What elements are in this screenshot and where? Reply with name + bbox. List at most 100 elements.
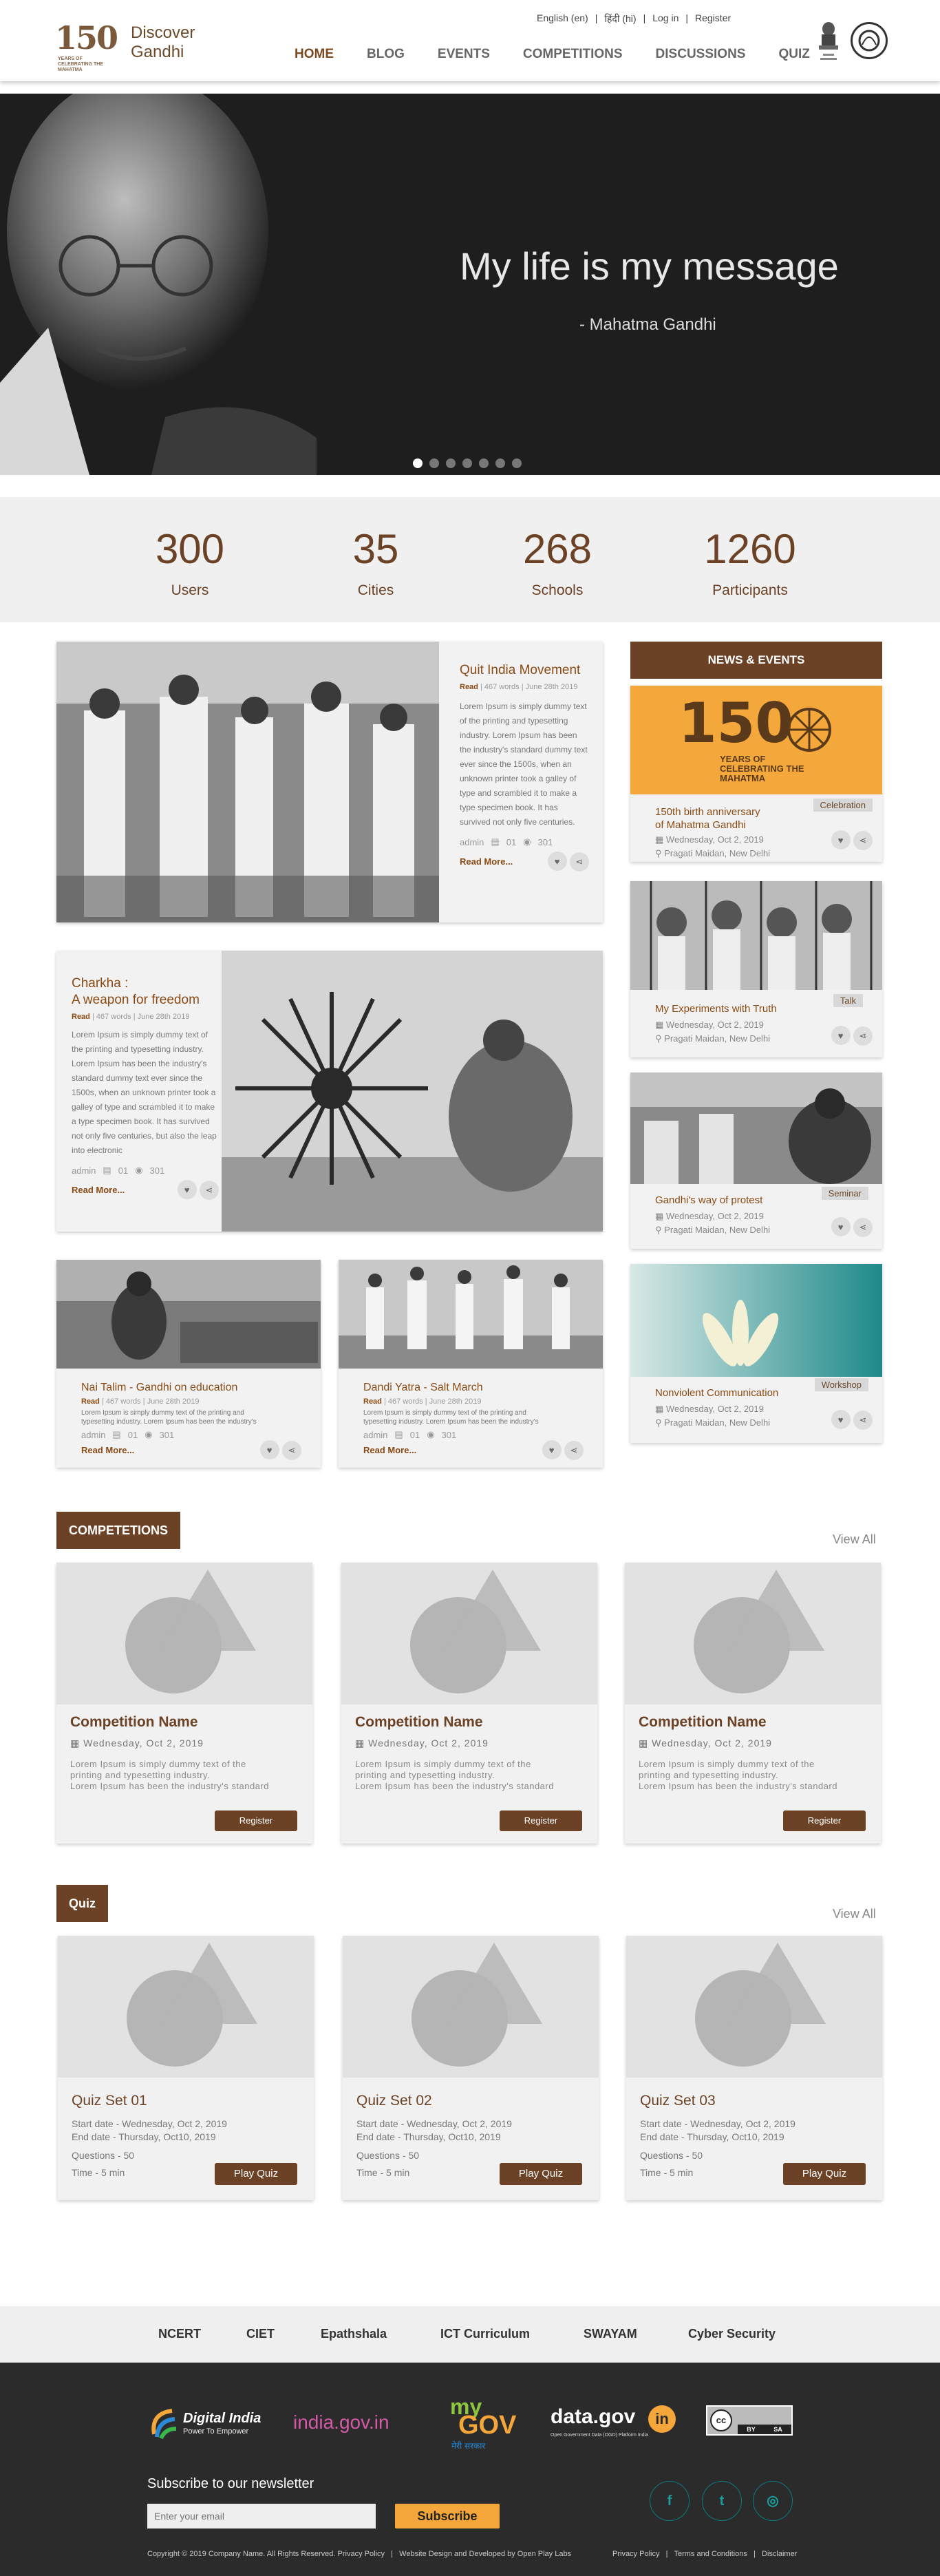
footer-link-epathshala[interactable]: Epathshala: [321, 2327, 387, 2341]
read-more-link[interactable]: Read More...: [81, 1445, 134, 1455]
data-gov-logo[interactable]: data.gov in Open Government Data (OGD) P…: [551, 2398, 681, 2447]
competitions-view-all-link[interactable]: View All: [833, 1532, 876, 1547]
quiz-title[interactable]: Quiz Set 01: [72, 2093, 300, 2109]
article-title[interactable]: Nai Talim - Gandhi on education: [81, 1380, 301, 1396]
event-card[interactable]: Talk My Experiments with Truth ▦ Wednesd…: [630, 881, 882, 1057]
share-icon[interactable]: ⋖: [853, 1410, 873, 1430]
read-more-link[interactable]: Read More...: [363, 1445, 416, 1455]
share-icon[interactable]: ⋖: [853, 1026, 873, 1046]
like-heart-icon[interactable]: ♥: [831, 1217, 851, 1236]
quiz-card[interactable]: Quiz Set 01 Start date - Wednesday, Oct …: [58, 1936, 314, 2200]
like-heart-icon[interactable]: ♥: [831, 1026, 851, 1045]
article-card-quit-india[interactable]: Quit India Movement Read | 467 words | J…: [56, 642, 603, 922]
eye-icon: ◉: [135, 1165, 143, 1175]
hero-portrait-image: [0, 94, 317, 475]
play-quiz-button[interactable]: Play Quiz: [215, 2163, 297, 2185]
site-logo[interactable]: 150 YEARS OF CELEBRATING THE MAHATMA Dis…: [55, 19, 213, 72]
login-link[interactable]: Log in: [652, 12, 679, 25]
event-title[interactable]: Gandhi's way of protest: [655, 1194, 770, 1207]
footer-link-ncert[interactable]: NCERT: [158, 2327, 201, 2341]
event-card[interactable]: Seminar Gandhi's way of protest ▦ Wednes…: [630, 1073, 882, 1249]
carousel-dot-5[interactable]: [479, 458, 489, 468]
subscribe-button[interactable]: Subscribe: [395, 2504, 500, 2529]
carousel-dot-3[interactable]: [446, 458, 456, 468]
share-icon[interactable]: ⋖: [564, 1440, 584, 1460]
swachh-bharat-logo-icon: [851, 22, 888, 59]
nav-home[interactable]: HOME: [295, 47, 334, 62]
quiz-title[interactable]: Quiz Set 02: [356, 2093, 585, 2109]
facebook-icon[interactable]: f: [650, 2481, 690, 2521]
register-button[interactable]: Register: [783, 1810, 866, 1831]
lang-hindi-link[interactable]: हिंदी (hi): [604, 12, 636, 25]
like-heart-icon[interactable]: ♥: [547, 852, 567, 871]
quiz-card[interactable]: Quiz Set 02 Start date - Wednesday, Oct …: [343, 1936, 599, 2200]
policy-links[interactable]: Privacy Policy | Terms and Conditions | …: [612, 2550, 797, 2558]
footer-link-ict-curriculum[interactable]: ICT Curriculum: [440, 2327, 530, 2341]
article-card-charkha[interactable]: Charkha : A weapon for freedom Read | 467…: [56, 951, 603, 1232]
article-title[interactable]: Charkha : A weapon for freedom: [72, 975, 219, 1009]
competition-title[interactable]: Competition Name: [639, 1714, 867, 1731]
share-icon[interactable]: ⋖: [853, 830, 873, 850]
like-heart-icon[interactable]: ♥: [831, 830, 851, 849]
read-more-link[interactable]: Read More...: [460, 856, 513, 867]
article-meta: Read | 467 words | June 28th 2019: [81, 1397, 301, 1406]
calendar-icon: ▦: [655, 1020, 664, 1030]
footer-link-swayam[interactable]: SWAYAM: [584, 2327, 637, 2341]
event-card[interactable]: 150 YEARS OF CELEBRATING THE MAHATMA Cel…: [630, 686, 882, 862]
play-quiz-button[interactable]: Play Quiz: [500, 2163, 582, 2185]
share-icon[interactable]: ⋖: [282, 1440, 301, 1460]
competition-title[interactable]: Competition Name: [70, 1714, 299, 1731]
competition-card[interactable]: Competition Name ▦ Wednesday, Oct 2, 201…: [341, 1563, 597, 1844]
nav-discussions[interactable]: DISCUSSIONS: [656, 47, 746, 62]
event-title[interactable]: My Experiments with Truth: [655, 1002, 777, 1015]
event-card[interactable]: Workshop Nonviolent Communication ▦ Wedn…: [630, 1264, 882, 1443]
article-title[interactable]: Dandi Yatra - Salt March: [363, 1380, 584, 1396]
nav-events[interactable]: EVENTS: [438, 47, 490, 62]
article-title[interactable]: Quit India Movement: [460, 662, 589, 679]
like-heart-icon[interactable]: ♥: [831, 1410, 851, 1429]
register-button[interactable]: Register: [215, 1810, 297, 1831]
article-card-dandi[interactable]: Dandi Yatra - Salt March Read | 467 word…: [339, 1260, 603, 1468]
share-icon[interactable]: ⋖: [200, 1180, 219, 1200]
register-button[interactable]: Register: [500, 1810, 582, 1831]
like-heart-icon[interactable]: ♥: [177, 1180, 197, 1199]
carousel-dot-4[interactable]: [462, 458, 472, 468]
article-card-nai-talim[interactable]: Nai Talim - Gandhi on education Read | 4…: [56, 1260, 321, 1468]
quiz-view-all-link[interactable]: View All: [833, 1907, 876, 1921]
article-stats: admin ▤ 01 ◉ 301: [72, 1165, 219, 1176]
footer-link-cyber-security[interactable]: Cyber Security: [688, 2327, 776, 2341]
instagram-icon[interactable]: ◎: [753, 2481, 793, 2521]
register-link[interactable]: Register: [695, 12, 731, 25]
nav-quiz[interactable]: QUIZ: [778, 47, 809, 62]
nav-blog[interactable]: BLOG: [367, 47, 405, 62]
event-title[interactable]: 150th birth anniversary of Mahatma Gandhi: [655, 805, 770, 832]
twitter-icon[interactable]: t: [702, 2481, 742, 2521]
read-more-link[interactable]: Read More...: [72, 1185, 125, 1195]
newsletter-email-input[interactable]: [147, 2504, 376, 2529]
carousel-dot-6[interactable]: [495, 458, 505, 468]
mygov-logo[interactable]: my GOV मेरी सरकार: [450, 2394, 526, 2451]
nav-competitions[interactable]: COMPETITIONS: [523, 47, 623, 62]
competition-card[interactable]: Competition Name ▦ Wednesday, Oct 2, 201…: [625, 1563, 881, 1844]
carousel-dot-2[interactable]: [429, 458, 439, 468]
quiz-card[interactable]: Quiz Set 03 Start date - Wednesday, Oct …: [626, 1936, 882, 2200]
quiz-title[interactable]: Quiz Set 03: [640, 2093, 868, 2109]
digital-india-text: Digital India: [183, 2411, 261, 2426]
event-title[interactable]: Nonviolent Communication: [655, 1386, 778, 1400]
share-icon[interactable]: ⋖: [853, 1217, 873, 1237]
carousel-dot-7[interactable]: [512, 458, 522, 468]
digital-india-logo[interactable]: Digital India Power To Empower: [147, 2398, 271, 2447]
lang-english-link[interactable]: English (en): [537, 12, 588, 25]
india-gov-logo[interactable]: india.gov.in: [293, 2398, 431, 2447]
share-icon[interactable]: ⋖: [570, 852, 589, 872]
competition-card[interactable]: Competition Name ▦ Wednesday, Oct 2, 201…: [56, 1563, 312, 1844]
stat-value: 268: [522, 526, 592, 572]
footer-link-ciet[interactable]: CIET: [246, 2327, 275, 2341]
like-heart-icon[interactable]: ♥: [542, 1440, 562, 1459]
competition-title[interactable]: Competition Name: [355, 1714, 584, 1731]
creative-commons-badge[interactable]: cc BY SA: [706, 2405, 793, 2436]
stat-label: Participants: [712, 582, 788, 598]
like-heart-icon[interactable]: ♥: [259, 1440, 279, 1459]
play-quiz-button[interactable]: Play Quiz: [783, 2163, 866, 2185]
carousel-dot-1[interactable]: [413, 458, 423, 468]
